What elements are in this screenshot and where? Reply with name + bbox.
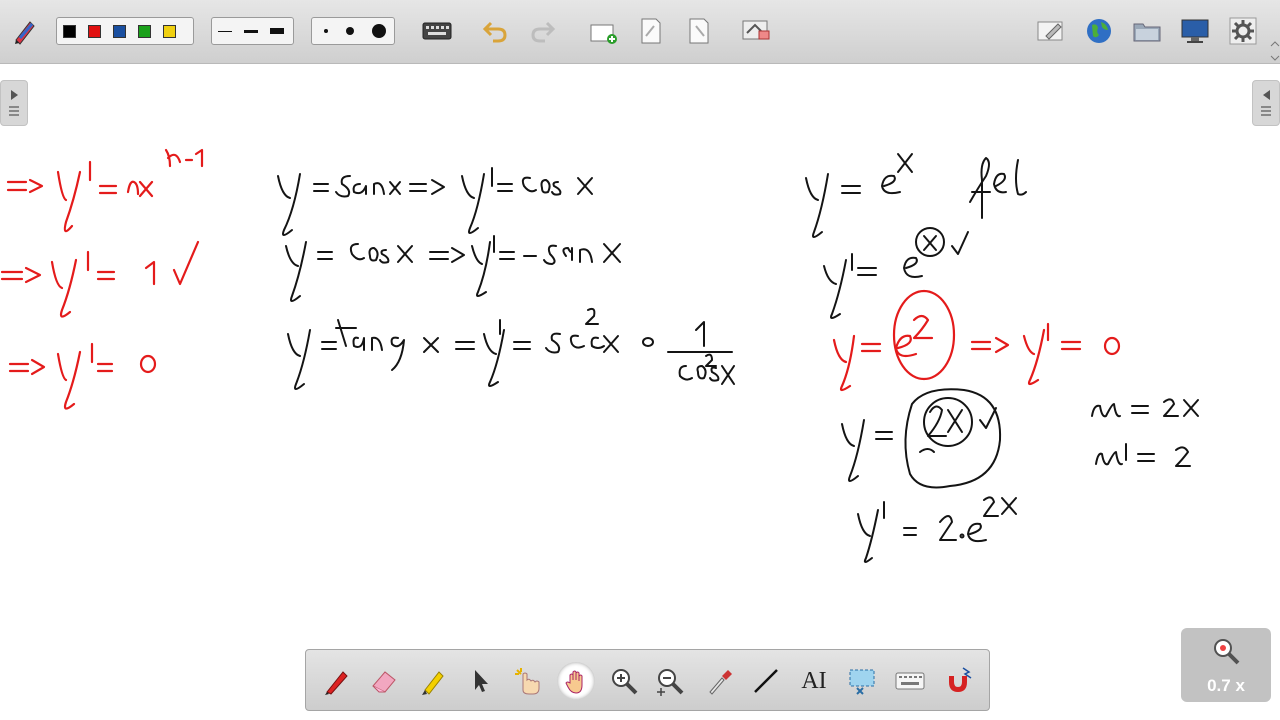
redo-icon[interactable] xyxy=(526,14,560,48)
screen-capture-icon[interactable] xyxy=(843,662,881,700)
top-scroll-handle[interactable] xyxy=(1270,40,1280,62)
color-green[interactable] xyxy=(138,24,151,38)
text-tool-label: AI xyxy=(801,667,827,694)
zoom-in-icon[interactable] xyxy=(605,662,643,700)
folder-icon[interactable] xyxy=(1130,14,1164,48)
color-black[interactable] xyxy=(63,24,76,38)
top-toolbar xyxy=(0,0,1280,64)
zoom-indicator[interactable]: 0.7 x xyxy=(1181,628,1271,702)
pan-hand-icon[interactable] xyxy=(557,662,595,700)
dot-size-medium[interactable] xyxy=(346,27,354,35)
eraser-icon[interactable] xyxy=(365,662,403,700)
display-icon[interactable] xyxy=(1178,14,1212,48)
select-arrow-icon[interactable] xyxy=(461,662,499,700)
pipette-icon[interactable] xyxy=(700,662,738,700)
zoom-out-icon[interactable] xyxy=(651,662,689,700)
line-width-thick[interactable] xyxy=(270,28,284,34)
zoom-level: 0.7 x xyxy=(1207,676,1245,695)
globe-icon[interactable] xyxy=(1082,14,1116,48)
color-blue[interactable] xyxy=(113,24,126,38)
settings-icon[interactable] xyxy=(1226,14,1260,48)
color-palette xyxy=(56,17,194,45)
magnet-icon[interactable] xyxy=(939,662,977,700)
undo-icon[interactable] xyxy=(478,14,512,48)
color-red[interactable] xyxy=(88,24,101,38)
right-black-notes xyxy=(805,153,1199,563)
zoom-magnifier-icon xyxy=(1211,636,1241,671)
page-next-icon[interactable] xyxy=(682,14,716,48)
highlighter-icon[interactable] xyxy=(413,662,451,700)
magic-pointer-icon[interactable] xyxy=(509,662,547,700)
color-yellow[interactable] xyxy=(163,24,176,38)
page-previous-icon[interactable] xyxy=(634,14,668,48)
clear-page-icon[interactable] xyxy=(740,14,774,48)
left-red-notes xyxy=(0,148,204,410)
keyboard-icon[interactable] xyxy=(891,662,929,700)
line-width-thin[interactable] xyxy=(218,30,232,32)
add-page-icon[interactable] xyxy=(586,14,620,48)
dot-size-large[interactable] xyxy=(372,24,386,38)
line-icon[interactable] xyxy=(747,662,785,700)
whiteboard-canvas[interactable] xyxy=(0,65,1280,720)
keyboard-icon[interactable] xyxy=(420,14,454,48)
right-red-notes xyxy=(832,289,1121,392)
pen-icon[interactable] xyxy=(317,662,355,700)
middle-black-notes xyxy=(277,167,735,390)
text-tool-icon[interactable]: AI xyxy=(795,662,833,700)
dot-size-small[interactable] xyxy=(324,29,328,33)
line-width-medium[interactable] xyxy=(244,29,258,33)
line-width-group xyxy=(211,17,294,45)
edit-icon[interactable] xyxy=(1034,14,1068,48)
dot-size-group xyxy=(311,17,395,45)
bottom-toolbar: AI xyxy=(305,649,990,711)
pen-settings-icon[interactable] xyxy=(8,14,42,48)
